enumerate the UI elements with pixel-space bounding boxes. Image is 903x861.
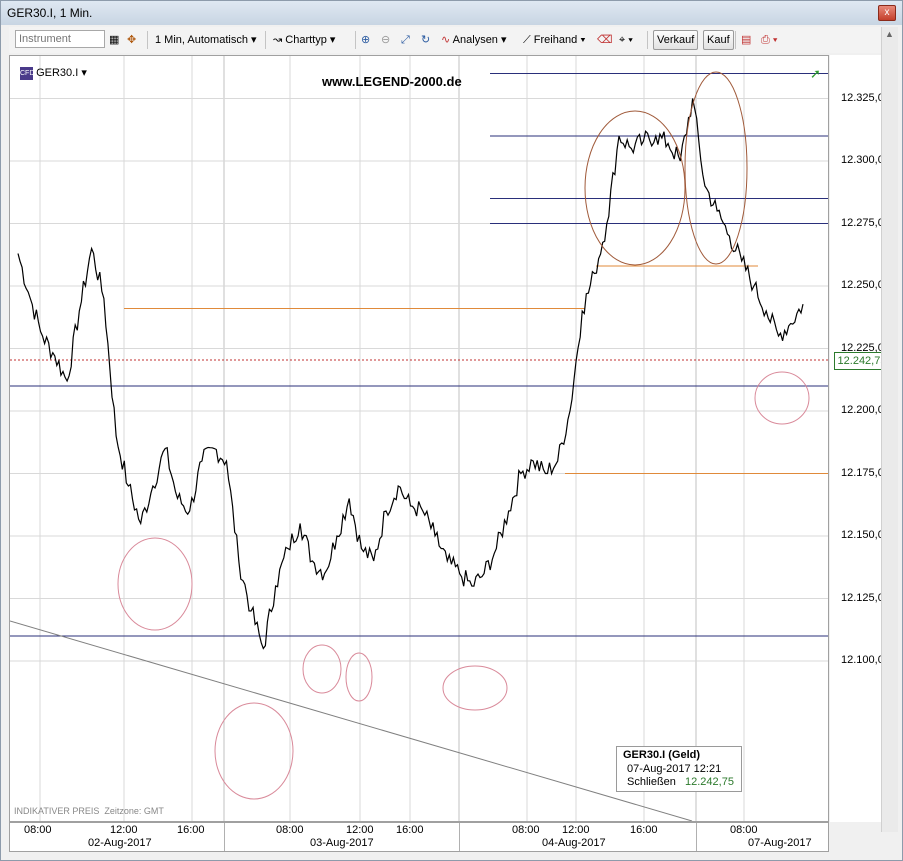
date-tick: 04-Aug-2017 [542,837,606,849]
toolbar-separator [265,31,266,49]
zoom-in-icon[interactable]: ⊕ [361,30,370,50]
vertical-scrollbar[interactable]: ▲ [881,27,898,832]
zoom-out-icon[interactable]: ⊖ [381,30,390,50]
chart-window: GER30.I, 1 Min. x ▦ ✥ 1 Min, Automatisch… [0,0,903,861]
trendline [10,620,693,821]
time-tick: 16:00 [177,824,205,836]
crosshair-dropdown[interactable]: ⌖ ▾ [619,30,633,50]
crosshair-icon: ⌖ [619,34,626,46]
freihand-dropdown[interactable]: ⟋ Freihand ▾ [523,30,586,50]
time-tick: 08:00 [730,824,758,836]
footer-note: INDIKATIVER PREIS Zeitzone: GMT [14,806,164,816]
toolbar-separator [355,31,356,49]
toolbar-separator [647,31,648,49]
chevron-down-icon: ▾ [329,34,336,46]
instrument-label: GER30.I [36,67,79,79]
chevron-down-icon: ▾ [501,34,507,46]
eraser-icon[interactable]: ⌫ [597,30,613,50]
time-tick: 08:00 [512,824,540,836]
cfd-icon: CFD [20,66,34,80]
interval-label: 1 Min, Automatisch [155,34,248,46]
tooltip-close-label: Schließen [627,776,676,788]
time-axis[interactable]: 08:00 12:00 16:00 08:00 12:00 16:00 08:00 12:00… [9,822,829,852]
chevron-down-icon: ▾ [251,34,257,46]
instrument-list-icon[interactable]: ▦ [109,30,119,50]
sell-button[interactable]: Verkauf [653,30,699,50]
time-tick: 16:00 [630,824,658,836]
analysis-icon: ∿ [441,34,451,46]
annotation-circles [117,71,810,800]
print-icon[interactable]: ⎙ ▾ [761,30,777,50]
interval-dropdown[interactable]: 1 Min, Automatisch ▾ [155,30,257,50]
freihand-label: Freihand [533,34,578,46]
chevron-down-icon: ▾ [81,67,87,79]
day-separator [224,823,225,851]
indicative-price-label: INDIKATIVER PREIS [14,806,100,816]
time-tick: 12:00 [346,824,374,836]
vertical-gridlines [39,56,745,821]
date-tick: 07-Aug-2017 [748,837,812,849]
day-separator [696,823,697,851]
scroll-up-icon[interactable]: ▲ [885,29,894,39]
charttype-dropdown[interactable]: ↝ Charttyp ▾ [273,30,335,50]
timezone-label: Zeitzone: GMT [104,806,164,816]
support-resistance-lines [10,73,828,637]
charttype-label: Charttyp [285,34,327,46]
watermark-text: www.LEGEND-2000.de [322,74,462,89]
draw-line-icon: ⟋ [523,34,531,46]
horizontal-gridlines [10,98,828,662]
tooltip-title: GER30.I (Geld) [623,749,701,761]
time-tick: 12:00 [110,824,138,836]
buy-button[interactable]: Kauf [703,30,734,50]
analysen-label: Analysen [452,34,498,46]
time-tick: 08:00 [276,824,304,836]
date-tick: 03-Aug-2017 [310,837,374,849]
data-tooltip: GER30.I (Geld) 07-Aug-2017 12:21 Schließ… [616,746,742,792]
toolbar: ▦ ✥ 1 Min, Automatisch ▾ ↝ Charttyp ▾ ⊕ … [9,27,889,53]
toolbar-separator [147,31,148,49]
chevron-down-icon: ▾ [580,34,586,46]
chart-plot-area[interactable]: CFD GER30.I ▾ www.LEGEND-2000.de ➚ INDIK… [9,55,829,822]
chart-settings-icon[interactable]: ▤ [741,30,751,50]
refresh-icon[interactable]: ↻ [421,30,430,50]
indicator-icon[interactable]: ✥ [127,30,136,50]
day-separator [459,823,460,851]
window-title: GER30.I, 1 Min. [7,6,93,20]
time-tick: 16:00 [396,824,424,836]
chevron-down-icon: ▾ [628,34,633,46]
analysen-dropdown[interactable]: ∿ Analysen ▾ [441,30,507,50]
instrument-selector[interactable]: CFD GER30.I ▾ [20,66,87,80]
time-tick: 12:00 [562,824,590,836]
tooltip-close-value: 12.242,75 [685,776,734,788]
time-tick: 08:00 [24,824,52,836]
chart-svg [10,56,828,821]
fit-icon[interactable]: ⤢ [401,30,410,50]
toolbar-separator [735,31,736,49]
line-chart-icon: ↝ [273,34,283,46]
title-bar: GER30.I, 1 Min. x [1,1,902,25]
instrument-input[interactable] [15,30,105,48]
trend-arrow-icon[interactable]: ➚ [810,66,821,82]
close-button[interactable]: x [878,5,896,21]
tooltip-timestamp: 07-Aug-2017 12:21 [627,763,722,775]
date-tick: 02-Aug-2017 [88,837,152,849]
